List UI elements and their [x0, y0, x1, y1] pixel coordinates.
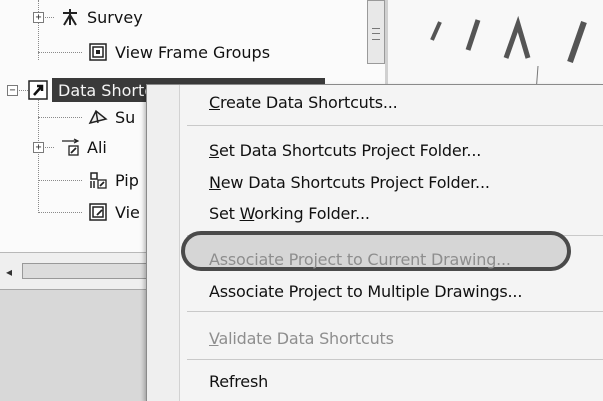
view-frame-groups-icon [88, 42, 108, 62]
menu-item-validate-data-shortcuts[interactable]: Validate Data Shortcuts [209, 329, 394, 348]
tree-vertical-scrollbar[interactable] [367, 0, 385, 64]
menu-item-text: ew Data Shortcuts Project Folder... [220, 173, 490, 192]
tree-connector [38, 117, 82, 118]
menu-item-mnemonic: W [239, 204, 255, 223]
scrollbar-grip-icon [372, 28, 380, 40]
menu-gutter-divider [179, 85, 180, 401]
item-view-pane [0, 289, 170, 401]
menu-icon-gutter [147, 85, 179, 401]
data-shortcuts-icon [28, 80, 48, 100]
menu-item-associate-current-drawing[interactable]: Associate Project to Current Drawing... [209, 250, 511, 269]
tree-node-alignments[interactable]: Ali [60, 134, 107, 160]
tree-node-label: Survey [87, 7, 143, 27]
collapse-data-shortcuts-toggle[interactable]: − [7, 85, 18, 96]
view-frame-groups-icon [88, 202, 108, 222]
horizontal-scroll-thumb[interactable] [22, 263, 166, 279]
menu-separator [187, 125, 603, 126]
menu-item-associate-multiple-drawings[interactable]: Associate Project to Multiple Drawings..… [209, 282, 522, 301]
menu-separator [187, 359, 603, 360]
tree-node-label: View Frame Groups [115, 42, 271, 62]
menu-item-text: Associate Project to Multiple Drawings..… [209, 282, 523, 301]
menu-item-text: alidate Data Shortcuts [218, 329, 394, 348]
menu-item-text: reate Data Shortcuts... [219, 93, 398, 112]
tree-connector [38, 96, 39, 213]
tree-node-surfaces[interactable]: Su [88, 104, 135, 130]
menu-item-mnemonic: S [209, 141, 219, 160]
tree-horizontal-scrollbar[interactable]: ◂ [0, 252, 170, 289]
menu-item-create-data-shortcuts[interactable]: Create Data Shortcuts... [209, 93, 398, 112]
menu-item-text: orking Folder... [254, 204, 370, 223]
tree-connector [38, 52, 82, 53]
menu-item-text: Associate Project to Current Drawing... [209, 250, 511, 269]
menu-item-text: et Data Shortcuts Project Folder... [218, 141, 482, 160]
tree-connector [38, 212, 82, 213]
expand-alignments-toggle[interactable]: + [33, 142, 44, 153]
menu-separator [187, 311, 603, 312]
tree-node-survey[interactable]: Survey [60, 4, 143, 30]
tree-node-pipe-networks[interactable]: Pip [88, 167, 139, 193]
pipe-networks-icon [88, 170, 108, 190]
menu-item-mnemonic: C [209, 93, 220, 112]
tree-connector [38, 180, 82, 181]
tree-node-label: Su [115, 107, 136, 127]
menu-item-new-project-folder[interactable]: New Data Shortcuts Project Folder... [209, 173, 490, 192]
tree-connector [38, 0, 39, 60]
menu-item-set-working-folder[interactable]: Set Working Folder... [209, 204, 370, 223]
tree-node-view-frame-groups[interactable]: View Frame Groups [88, 39, 270, 65]
scroll-left-icon[interactable]: ◂ [6, 265, 12, 279]
menu-item-set-project-folder[interactable]: Set Data Shortcuts Project Folder... [209, 141, 481, 160]
menu-item-refresh[interactable]: Refresh [209, 372, 268, 391]
menu-item-mnemonic: V [209, 329, 219, 348]
data-shortcuts-context-menu: Create Data Shortcuts... Set Data Shortc… [146, 84, 603, 401]
alignments-icon [60, 137, 80, 157]
menu-item-text: Refresh [209, 372, 269, 391]
tree-node-view-frame-groups-shortcut[interactable]: Vie [88, 199, 140, 225]
survey-icon [60, 7, 80, 27]
expand-survey-toggle[interactable]: + [33, 12, 44, 23]
menu-item-mnemonic: N [209, 173, 221, 192]
surfaces-icon [88, 107, 108, 127]
tree-node-label: Vie [115, 202, 140, 222]
menu-item-text: Set [209, 204, 240, 223]
tree-node-label: Pip [115, 170, 139, 190]
tree-node-label: Ali [87, 137, 107, 157]
